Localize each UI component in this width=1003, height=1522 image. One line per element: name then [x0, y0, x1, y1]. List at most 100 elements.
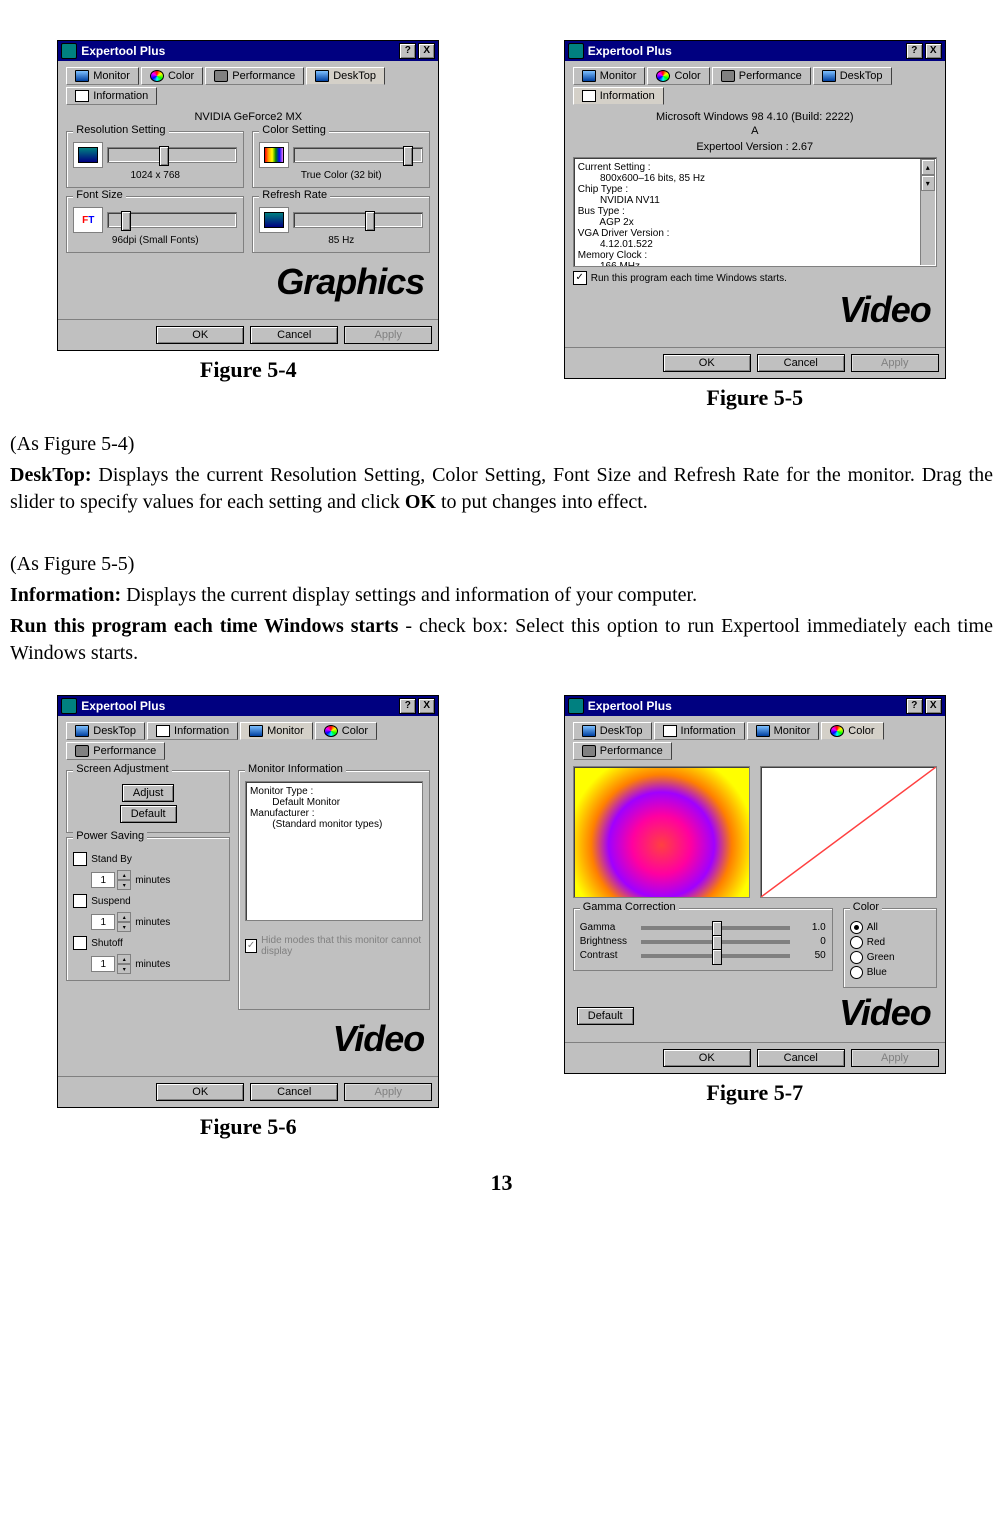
checkbox-icon [73, 894, 87, 908]
brand-word: Video [573, 285, 937, 339]
group-title: Gamma Correction [580, 901, 679, 913]
standby-checkbox[interactable]: Stand By [73, 852, 223, 866]
spin-up-icon[interactable]: ▴ [117, 870, 131, 880]
apply-button[interactable]: Apply [344, 1083, 432, 1101]
tab-monitor[interactable]: Monitor [240, 722, 313, 740]
fontsize-group: Font Size FT 96dpi (Small Fonts) [66, 196, 244, 253]
power-saving-group: Power Saving Stand By 1▴▾ minutes Suspen… [66, 837, 230, 981]
ok-button[interactable]: OK [156, 326, 244, 344]
refresh-icon [259, 207, 289, 233]
tab-desktop[interactable]: DeskTop [813, 67, 892, 85]
spin-value: 1 [91, 872, 115, 888]
standby-spinner[interactable]: 1▴▾ [91, 870, 131, 890]
tab-color[interactable]: Color [647, 67, 709, 85]
title-bar: Expertool Plus ? X [565, 696, 945, 716]
help-button[interactable]: ? [399, 43, 416, 59]
tab-monitor[interactable]: Monitor [573, 67, 646, 85]
brightness-slider[interactable]: Brightness0 [580, 936, 826, 947]
help-button[interactable]: ? [399, 698, 416, 714]
doc-icon [75, 90, 89, 102]
title-bar: Expertool Plus ? X [565, 41, 945, 61]
window-title: Expertool Plus [81, 699, 397, 713]
tab-desktop[interactable]: DeskTop [573, 722, 652, 740]
resolution-value: 1024 x 768 [73, 170, 237, 181]
spin-down-icon[interactable]: ▾ [117, 922, 131, 932]
resolution-slider[interactable] [107, 147, 237, 163]
radio-all[interactable]: All [850, 921, 930, 934]
para-run: Run this program each time Windows start… [10, 613, 993, 667]
tab-performance[interactable]: Performance [712, 67, 811, 85]
tab-desktop[interactable]: DeskTop [66, 722, 145, 740]
info-listbox[interactable]: Current Setting : 800x600–16 bits, 85 Hz… [573, 157, 937, 267]
dialog-fig57: Expertool Plus ? X DeskTop Information M… [564, 695, 946, 1074]
contrast-slider[interactable]: Contrast50 [580, 950, 826, 961]
tab-color[interactable]: Color [141, 67, 203, 85]
tab-color[interactable]: Color [821, 722, 883, 740]
close-button[interactable]: X [418, 43, 435, 59]
desktop-heading: DeskTop: [10, 464, 92, 486]
doc-icon [663, 725, 677, 737]
suspend-spinner[interactable]: 1▴▾ [91, 912, 131, 932]
tab-performance[interactable]: Performance [573, 742, 672, 760]
help-button[interactable]: ? [906, 698, 923, 714]
checkbox-label: Suspend [91, 896, 130, 907]
apply-button[interactable]: Apply [851, 1049, 939, 1067]
tab-information[interactable]: Information [66, 87, 157, 105]
ok-button[interactable]: OK [663, 354, 751, 372]
scrollbar[interactable]: ▴ ▾ [920, 159, 935, 265]
spin-up-icon[interactable]: ▴ [117, 954, 131, 964]
tab-information[interactable]: Information [147, 722, 238, 740]
tab-monitor[interactable]: Monitor [747, 722, 820, 740]
ok-button[interactable]: OK [156, 1083, 244, 1101]
radio-red[interactable]: Red [850, 936, 930, 949]
desktop-tail: to put changes into effect. [436, 491, 648, 513]
suspend-checkbox[interactable]: Suspend [73, 894, 223, 908]
apply-button[interactable]: Apply [851, 354, 939, 372]
close-button[interactable]: X [418, 698, 435, 714]
spin-up-icon[interactable]: ▴ [117, 912, 131, 922]
tab-label: Performance [93, 745, 156, 757]
help-button[interactable]: ? [906, 43, 923, 59]
tab-label: DeskTop [600, 725, 643, 737]
tab-label: Monitor [600, 70, 637, 82]
fontsize-slider[interactable] [107, 212, 237, 228]
gamma-slider[interactable]: Gamma1.0 [580, 922, 826, 933]
tab-performance[interactable]: Performance [66, 742, 165, 760]
tab-information[interactable]: Information [573, 87, 664, 105]
cancel-button[interactable]: Cancel [757, 354, 845, 372]
scroll-up-icon[interactable]: ▴ [921, 159, 935, 175]
cancel-button[interactable]: Cancel [250, 1083, 338, 1101]
figure-caption: Figure 5-6 [200, 1114, 297, 1140]
color-icon [830, 725, 844, 737]
run-on-start-checkbox[interactable]: ✓ Run this program each time Windows sta… [573, 271, 937, 285]
tab-label: Information [681, 725, 736, 737]
spin-down-icon[interactable]: ▾ [117, 880, 131, 890]
close-button[interactable]: X [925, 698, 942, 714]
tab-performance[interactable]: Performance [205, 67, 304, 85]
tab-color[interactable]: Color [315, 722, 377, 740]
ok-button[interactable]: OK [663, 1049, 751, 1067]
apply-button[interactable]: Apply [344, 326, 432, 344]
adjust-button[interactable]: Adjust [122, 784, 175, 802]
color-slider[interactable] [293, 147, 423, 163]
spin-down-icon[interactable]: ▾ [117, 964, 131, 974]
shutoff-checkbox[interactable]: Shutoff [73, 936, 223, 950]
radio-green[interactable]: Green [850, 951, 930, 964]
scroll-down-icon[interactable]: ▾ [921, 175, 935, 191]
tab-desktop[interactable]: DeskTop [306, 67, 385, 85]
cancel-button[interactable]: Cancel [757, 1049, 845, 1067]
checkbox-label: Shutoff [91, 938, 123, 949]
figure-caption: Figure 5-5 [706, 385, 803, 411]
app-icon [61, 698, 77, 714]
tab-information[interactable]: Information [654, 722, 745, 740]
tab-monitor[interactable]: Monitor [66, 67, 139, 85]
refresh-slider[interactable] [293, 212, 423, 228]
color-channel-group: Color All Red Green Blue [843, 908, 937, 988]
default-button[interactable]: Default [577, 1007, 634, 1025]
cancel-button[interactable]: Cancel [250, 326, 338, 344]
close-button[interactable]: X [925, 43, 942, 59]
default-button[interactable]: Default [120, 805, 177, 823]
shutoff-spinner[interactable]: 1▴▾ [91, 954, 131, 974]
tab-label: Information [93, 90, 148, 102]
radio-blue[interactable]: Blue [850, 966, 930, 979]
